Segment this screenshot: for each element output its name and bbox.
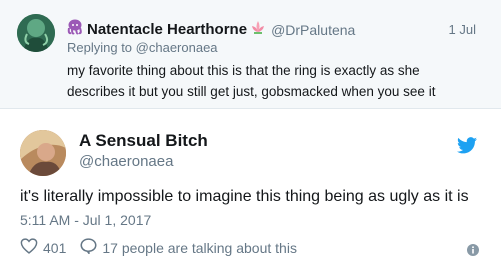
- octopus-icon: [66, 18, 84, 41]
- tweet-timestamp[interactable]: 5:11 AM - Jul 1, 2017: [20, 212, 151, 228]
- twitter-bird-icon[interactable]: [457, 137, 477, 159]
- replying-to-handle[interactable]: @chaeronaea: [136, 40, 218, 55]
- tweet-author-avatar[interactable]: [20, 130, 66, 176]
- replying-to-line: Replying to @chaeronaea: [67, 40, 218, 55]
- reply-author-name[interactable]: Natentacle Hearthorne: [87, 21, 247, 38]
- tweet-actions: 401 17 people are talking about this: [20, 238, 297, 257]
- conversation-count[interactable]: 17 people are talking about this: [102, 240, 297, 256]
- replying-to-label: Replying to: [67, 40, 133, 55]
- reply-text: my favorite thing about this is that the…: [67, 63, 436, 99]
- tweet-text: it's literally impossible to imagine thi…: [20, 188, 469, 205]
- reply-author-handle[interactable]: @DrPalutena: [271, 22, 355, 38]
- tweet-author-name[interactable]: A Sensual Bitch: [79, 131, 208, 151]
- reply-avatar[interactable]: [17, 14, 55, 52]
- reply-bubble-icon[interactable]: [80, 238, 97, 257]
- heart-icon[interactable]: [20, 238, 38, 257]
- tweet-author-handle[interactable]: @chaeronaea: [79, 153, 173, 170]
- reply-card[interactable]: Natentacle Hearthorne @DrPalutena 1 Jul …: [0, 0, 501, 109]
- reply-header: Natentacle Hearthorne @DrPalutena: [66, 18, 355, 41]
- lotus-flower-icon: [250, 19, 266, 40]
- info-icon[interactable]: [467, 243, 479, 261]
- reply-date[interactable]: 1 Jul: [449, 22, 476, 37]
- like-count[interactable]: 401: [43, 240, 66, 256]
